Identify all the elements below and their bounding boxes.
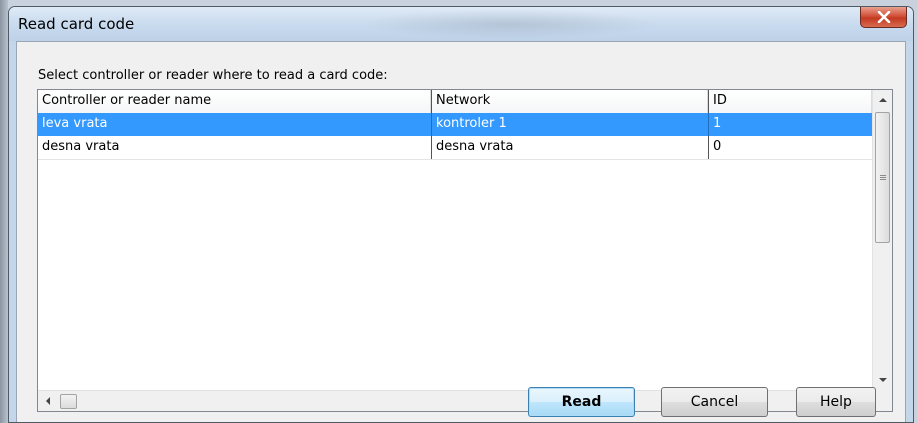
list-header: Controller or reader name Network ID (38, 90, 872, 114)
background-window-edge (0, 0, 8, 423)
scroll-left-arrow-icon[interactable] (46, 397, 50, 405)
horizontal-scroll-thumb[interactable] (60, 394, 77, 409)
list-row[interactable]: desna vrata desna vrata 0 (38, 136, 872, 159)
close-button[interactable] (860, 7, 907, 28)
instruction-label: Select controller or reader where to rea… (38, 68, 388, 83)
row-id-cell: 1 (708, 113, 872, 136)
vertical-scroll-thumb[interactable] (875, 112, 890, 243)
window-title: Read card code (18, 15, 135, 33)
title-bar-glass-reflection (359, 9, 659, 39)
column-header-id[interactable]: ID (708, 90, 872, 113)
grip-line (880, 177, 886, 178)
scroll-down-arrow-icon[interactable] (879, 378, 887, 382)
cancel-button[interactable]: Cancel (661, 387, 768, 417)
grip-line (880, 179, 886, 180)
row-id-cell: 0 (708, 136, 872, 159)
read-button[interactable]: Read (528, 387, 635, 417)
vertical-scrollbar[interactable] (872, 90, 892, 390)
list-row-selected[interactable]: leva vrata kontroler 1 1 (38, 113, 872, 136)
scroll-up-arrow-icon[interactable] (879, 98, 887, 102)
row-network-cell: kontroler 1 (431, 113, 708, 136)
help-button[interactable]: Help (796, 387, 876, 417)
grip-line (880, 175, 886, 176)
reader-list[interactable]: Controller or reader name Network ID lev… (37, 89, 893, 412)
close-x-icon (877, 11, 890, 23)
row-name-cell: leva vrata (42, 116, 108, 131)
row-name-cell: desna vrata (42, 139, 120, 154)
dialog-client-area: Select controller or reader where to rea… (16, 41, 906, 422)
column-header-name[interactable]: Controller or reader name (38, 90, 431, 113)
row-network-cell: desna vrata (431, 136, 708, 159)
row-divider (38, 159, 872, 160)
read-card-code-dialog: Read card code Select controller or read… (8, 6, 914, 423)
title-bar[interactable]: Read card code (9, 7, 913, 41)
column-header-network[interactable]: Network (431, 90, 708, 113)
